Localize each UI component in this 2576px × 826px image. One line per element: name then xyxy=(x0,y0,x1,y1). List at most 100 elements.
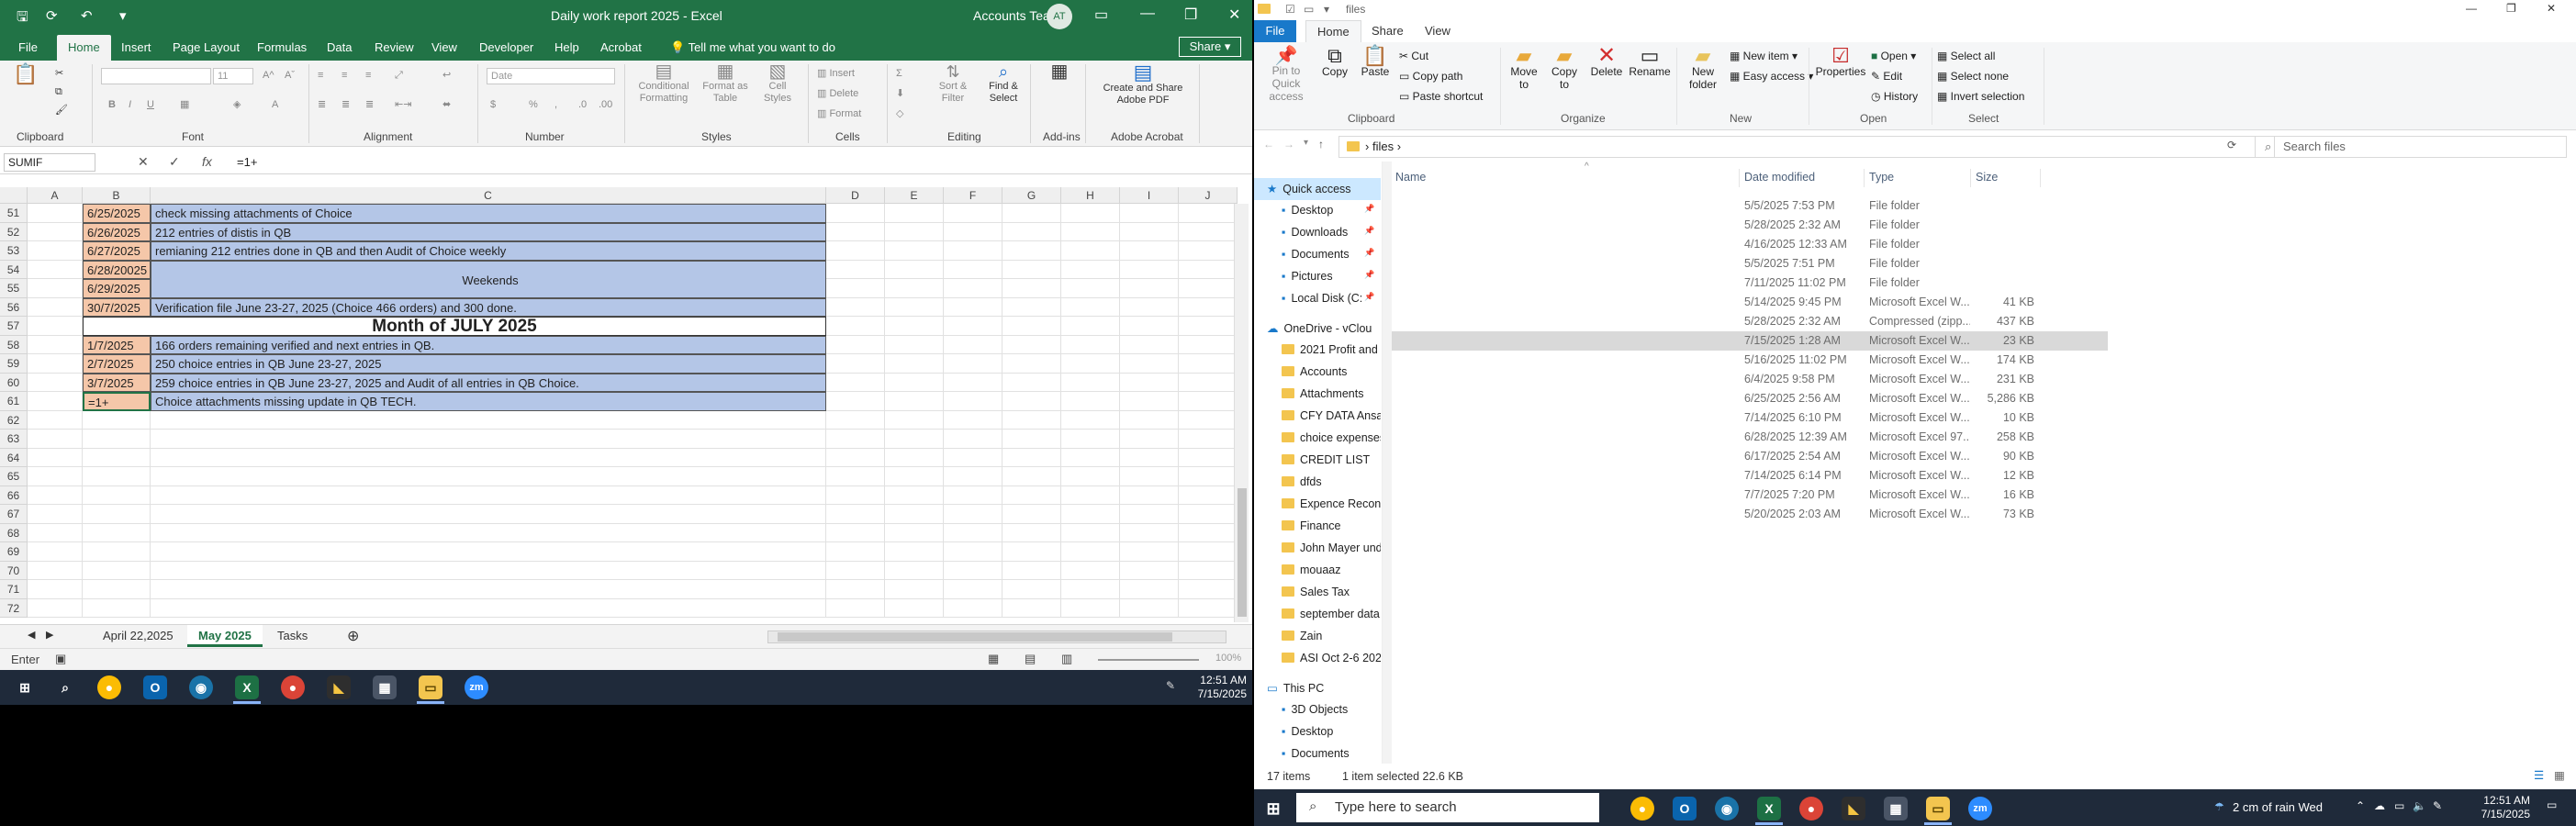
close-icon[interactable]: ✕ xyxy=(2547,2,2556,15)
cell-task[interactable] xyxy=(151,542,826,562)
cell[interactable] xyxy=(1002,354,1061,374)
cell[interactable] xyxy=(1061,204,1120,223)
cell-date[interactable]: 1/7/2025 xyxy=(83,335,151,354)
cell[interactable] xyxy=(1120,542,1179,562)
row-header[interactable]: 67 xyxy=(0,505,28,524)
cell-task[interactable]: check missing attachments of Choice xyxy=(151,204,826,223)
cell[interactable] xyxy=(826,523,885,542)
cell[interactable] xyxy=(1179,204,1238,223)
cell[interactable] xyxy=(1002,430,1061,449)
address-bar[interactable]: › files › xyxy=(1338,136,2275,158)
cell-task[interactable] xyxy=(151,467,826,486)
calculator-icon[interactable]: ▦ xyxy=(1884,797,1908,820)
cell[interactable] xyxy=(1179,392,1238,411)
cell-date[interactable] xyxy=(83,467,151,486)
cell[interactable] xyxy=(1061,410,1120,430)
properties-qa-icon[interactable]: ☑ xyxy=(1285,3,1295,16)
cell[interactable] xyxy=(826,430,885,449)
cell[interactable] xyxy=(1120,392,1179,411)
cell-task[interactable]: 166 orders remaining verified and next e… xyxy=(151,335,826,354)
select-none-button[interactable]: ▦ Select none xyxy=(1937,70,2009,83)
undo-icon[interactable]: ↶ xyxy=(81,7,93,24)
file-row[interactable]: Xmissing attachmens june 1-20, 20256/28/… xyxy=(1392,428,2108,447)
row-header[interactable]: 62 xyxy=(0,410,28,430)
windows-start-icon[interactable]: ⊞ xyxy=(1261,797,1285,820)
row-header[interactable]: 61 xyxy=(0,392,28,411)
fill-color-icon[interactable]: ◈ xyxy=(233,99,241,111)
edit-button[interactable]: ✎ Edit xyxy=(1871,70,1902,83)
cell[interactable] xyxy=(1179,241,1238,261)
cell[interactable] xyxy=(1002,486,1061,505)
cell[interactable] xyxy=(885,354,944,374)
cell-date[interactable] xyxy=(83,542,151,562)
borders-icon[interactable]: ▦ xyxy=(180,99,189,111)
format-painter-icon[interactable]: 🖌 xyxy=(55,105,68,117)
rename-button[interactable]: ▭ Rename xyxy=(1629,46,1671,79)
cell[interactable] xyxy=(885,467,944,486)
cell[interactable] xyxy=(944,260,1002,279)
delete-cells-button[interactable]: ▥ Delete xyxy=(817,88,858,100)
cell[interactable] xyxy=(28,505,83,524)
cell[interactable] xyxy=(1179,335,1238,354)
cell[interactable] xyxy=(1179,279,1238,298)
cell[interactable] xyxy=(1002,279,1061,298)
cell-task[interactable]: Choice attachments missing update in QB … xyxy=(151,392,826,411)
tab-data[interactable]: Data xyxy=(327,40,352,54)
taskbar-clock[interactable]: 12:51 AM 7/15/2025 xyxy=(2464,794,2530,821)
cell-date[interactable]: 30/7/2025 xyxy=(83,297,151,317)
cell[interactable] xyxy=(944,354,1002,374)
nav-item[interactable]: ☁ OneDrive - vClou xyxy=(1254,318,1381,340)
orientation-icon[interactable]: ⤢ xyxy=(395,70,403,82)
sticky-app-icon[interactable]: ◣ xyxy=(1842,797,1865,820)
cell[interactable] xyxy=(1061,260,1120,279)
weekends-merged-cell[interactable]: Weekends xyxy=(151,260,826,298)
cell[interactable] xyxy=(826,373,885,392)
cell[interactable] xyxy=(1120,580,1179,599)
bold-icon[interactable]: B xyxy=(108,99,116,111)
cell[interactable] xyxy=(826,486,885,505)
conditional-formatting-button[interactable]: ▤ Conditional Formatting xyxy=(633,62,694,105)
minimize-icon[interactable]: — xyxy=(1140,6,1155,22)
cell[interactable] xyxy=(1120,373,1179,392)
insert-function-icon[interactable]: fx xyxy=(202,154,212,169)
pin-quick-access-button[interactable]: 📌 Pin to Quick access xyxy=(1260,47,1313,103)
tab-view[interactable]: View xyxy=(431,40,457,54)
column-header[interactable]: C xyxy=(151,187,826,204)
nav-item[interactable]: mouaaz xyxy=(1254,560,1381,582)
grow-font-icon[interactable]: A^ xyxy=(263,70,274,82)
cell[interactable] xyxy=(28,241,83,261)
cell-date[interactable] xyxy=(83,505,151,524)
page-break-view-icon[interactable]: ▥ xyxy=(1061,652,1072,666)
delete-button[interactable]: ✕ Delete xyxy=(1586,45,1627,79)
file-row[interactable]: Closing of Q1 20255/5/2025 7:53 PMFile f… xyxy=(1392,196,2108,216)
cell[interactable] xyxy=(885,204,944,223)
tab-help[interactable]: Help xyxy=(554,40,579,54)
invert-selection-button[interactable]: ▦ Invert selection xyxy=(1937,90,2024,103)
cell[interactable] xyxy=(944,448,1002,467)
cell[interactable] xyxy=(1061,297,1120,317)
tab-share[interactable]: Share xyxy=(1372,24,1404,38)
cell[interactable] xyxy=(1061,430,1120,449)
file-row[interactable]: XAP Audit Choice updated5/14/2025 9:45 P… xyxy=(1392,293,2108,312)
column-header[interactable]: D xyxy=(826,187,885,204)
cell[interactable] xyxy=(1002,222,1061,241)
cell-date[interactable]: 2/7/2025 xyxy=(83,354,151,374)
sheet-tab-may[interactable]: May 2025 xyxy=(187,625,263,647)
cell[interactable] xyxy=(1002,317,1061,336)
cell[interactable] xyxy=(885,486,944,505)
nav-item[interactable]: Expence Recond xyxy=(1254,494,1381,516)
file-explorer-icon[interactable]: ▭ xyxy=(419,675,442,699)
cell-styles-button[interactable]: ▧ Cell Styles xyxy=(756,62,799,105)
cell[interactable] xyxy=(826,580,885,599)
zoom-app-icon[interactable]: zm xyxy=(1968,797,1992,820)
comma-style-icon[interactable]: , xyxy=(554,99,557,111)
browser-icon[interactable]: ◉ xyxy=(1715,797,1739,820)
paste-shortcut-button[interactable]: ▭ Paste shortcut xyxy=(1399,90,1483,103)
chrome-icon[interactable]: ● xyxy=(97,675,121,699)
align-center-icon[interactable]: ≣ xyxy=(342,99,350,111)
file-row[interactable]: XLeave and late commings record office7/… xyxy=(1392,408,2108,428)
file-row[interactable]: CM attachments5/28/2025 2:32 AMFile fold… xyxy=(1392,216,2108,235)
cell[interactable] xyxy=(944,297,1002,317)
minimize-icon[interactable]: — xyxy=(2466,2,2477,15)
cell[interactable] xyxy=(885,260,944,279)
